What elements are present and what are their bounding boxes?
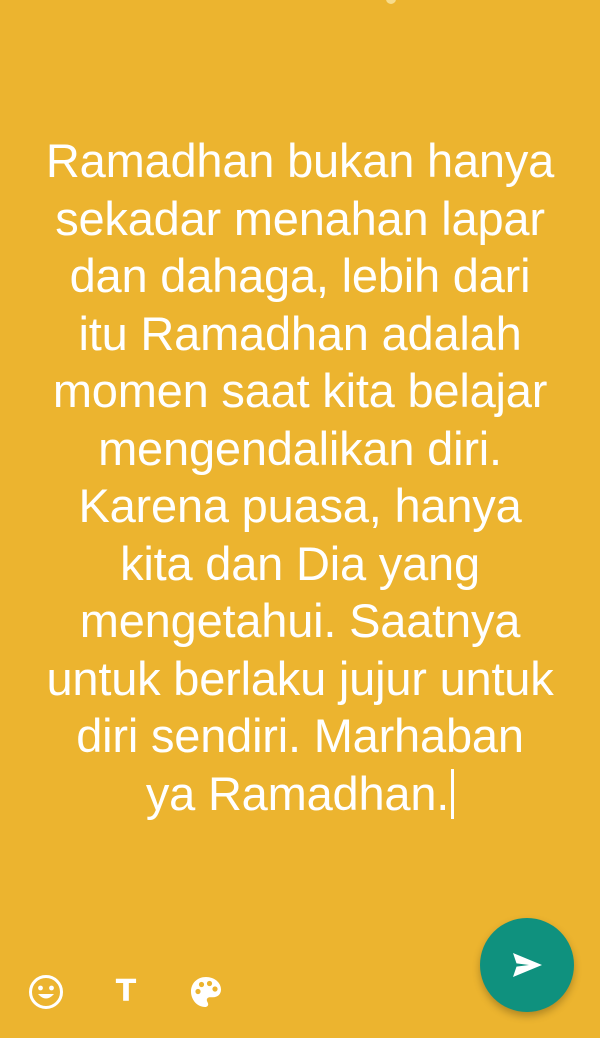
- status-text-line: dan dahaga, lebih dari: [69, 249, 531, 302]
- text-status-composer: Ramadhan bukan hanya sekadar menahan lap…: [0, 0, 600, 1038]
- text-style-button[interactable]: T: [100, 966, 152, 1018]
- status-text-line: Karena puasa, hanya: [78, 479, 522, 532]
- status-text-line: ya Ramadhan.: [145, 766, 450, 820]
- status-text-line: kita dan Dia yang: [120, 536, 480, 590]
- palette-icon: [191, 977, 221, 1007]
- color-palette-button[interactable]: [180, 966, 232, 1018]
- status-text-last-line: ya Ramadhan.: [20, 765, 580, 823]
- text-style-icon: T: [115, 974, 137, 1009]
- emoji-button[interactable]: [20, 966, 72, 1018]
- status-text-line: sekadar menahan lapar: [55, 191, 545, 245]
- status-text-line: untuk berlaku jujur untuk: [46, 651, 554, 705]
- send-button[interactable]: [480, 918, 574, 1012]
- status-text-line: mengendalikan diri.: [98, 421, 502, 475]
- status-text-line: diri sendiri. Marhaban: [76, 709, 524, 762]
- status-text-line: momen saat kita belajar: [52, 364, 548, 417]
- status-text-line: itu Ramadhan adalah: [78, 306, 522, 360]
- text-cursor: [451, 768, 455, 819]
- send-arrow-icon: [513, 953, 542, 977]
- status-indicator-dot: [386, 0, 396, 4]
- status-text-line: mengetahui. Saatnya: [79, 594, 521, 647]
- smiley-face-icon: [29, 975, 63, 1009]
- status-text-editor[interactable]: Ramadhan bukan hanya sekadar menahan lap…: [20, 132, 580, 822]
- status-text-line: Ramadhan bukan hanya: [45, 134, 555, 187]
